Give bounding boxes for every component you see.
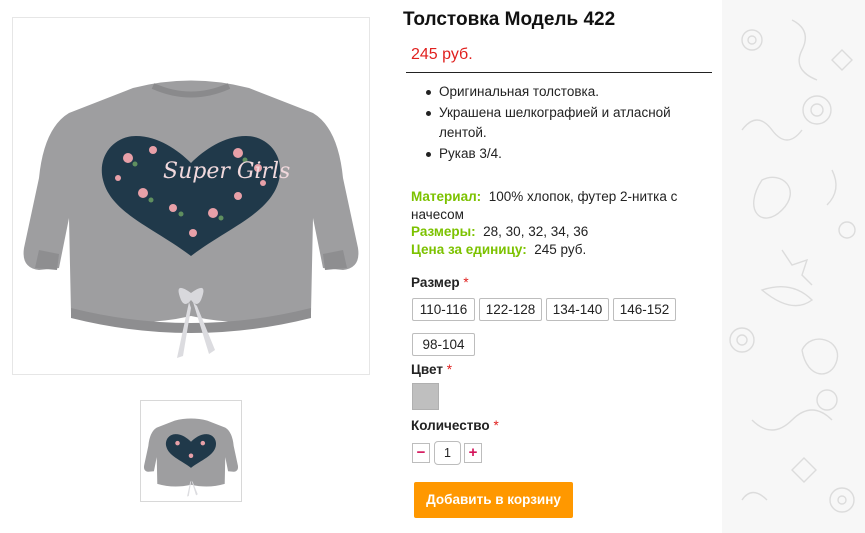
- sweatshirt-thumbnail-image: [143, 418, 239, 497]
- spec-material-label: Материал:: [411, 189, 482, 204]
- required-mark: *: [493, 418, 499, 433]
- print-text: Super Girls: [163, 159, 290, 184]
- color-option-label: Цвет *: [411, 362, 452, 377]
- size-option-98-104[interactable]: 98-104: [412, 333, 475, 356]
- spec-unit-price: Цена за единицу: 245 руб.: [411, 241, 711, 259]
- required-mark: *: [463, 275, 469, 290]
- size-option-110-116[interactable]: 110-116: [412, 298, 475, 321]
- spec-material: Материал: 100% хлопок, футер 2-нитка с н…: [411, 188, 711, 223]
- product-main-image[interactable]: Super Girls: [12, 17, 370, 375]
- product-title: Толстовка Модель 422: [403, 9, 616, 30]
- spec-unit-price-value: 245 руб.: [534, 241, 587, 257]
- feature-item: Рукав 3/4.: [426, 144, 716, 165]
- feature-list: Оригинальная толстовка. Украшена шелкогр…: [426, 82, 716, 164]
- price-divider: [406, 72, 712, 73]
- spec-sizes-value: 28, 30, 32, 34, 36: [483, 224, 589, 239]
- quantity-label: Количество *: [411, 418, 499, 433]
- add-to-cart-button[interactable]: Добавить в корзину: [414, 482, 573, 518]
- spec-list: Материал: 100% хлопок, футер 2-нитка с н…: [411, 188, 711, 258]
- size-option-122-128[interactable]: 122-128: [479, 298, 542, 321]
- feature-item: Оригинальная толстовка.: [426, 82, 716, 103]
- quantity-label-text: Количество: [411, 418, 490, 433]
- color-label-text: Цвет: [411, 362, 443, 377]
- spec-sizes-label: Размеры:: [411, 224, 476, 239]
- size-label-text: Размер: [411, 275, 460, 290]
- spec-unit-price-label: Цена за единицу:: [411, 241, 527, 257]
- size-option-label: Размер *: [411, 275, 469, 290]
- size-option-134-140[interactable]: 134-140: [546, 298, 609, 321]
- required-mark: *: [446, 362, 452, 377]
- product-thumbnail[interactable]: [140, 400, 242, 502]
- sweatshirt-image: Super Girls: [23, 80, 359, 358]
- spec-sizes: Размеры: 28, 30, 32, 34, 36: [411, 223, 711, 241]
- product-price: 245 руб.: [411, 46, 473, 63]
- quantity-increase-button[interactable]: +: [464, 443, 482, 463]
- feature-item: Украшена шелкографией и атласной лентой.: [426, 103, 716, 144]
- decorative-background: [722, 0, 865, 533]
- quantity-decrease-button[interactable]: −: [412, 443, 430, 463]
- size-option-146-152[interactable]: 146-152: [613, 298, 676, 321]
- color-swatch-grey[interactable]: [412, 383, 439, 410]
- quantity-input[interactable]: 1: [434, 441, 461, 465]
